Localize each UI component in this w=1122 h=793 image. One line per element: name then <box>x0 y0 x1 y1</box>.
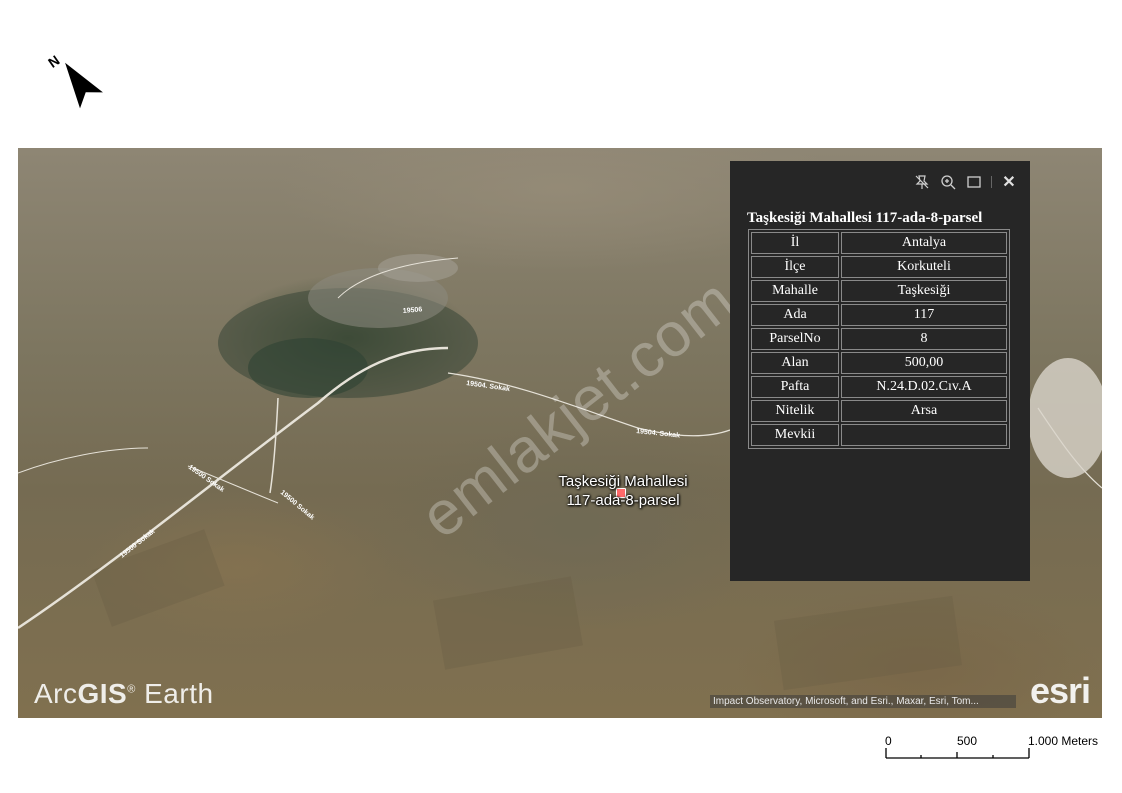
attribute-key: Alan <box>751 352 839 374</box>
road-label: 19504. Sokak <box>466 380 511 393</box>
close-icon[interactable]: ✕ <box>1000 173 1018 191</box>
feature-popup: ✕ Taşkesiği Mahallesi 117-ada-8-parsel İ… <box>730 161 1030 581</box>
attribute-key: ParselNo <box>751 328 839 350</box>
north-arrow-icon: N <box>45 52 103 109</box>
parcel-label-line2: 117-ada-8-parsel <box>566 492 680 509</box>
attribute-value: N.24.D.02.Cıv.A <box>841 376 1007 398</box>
pin-icon[interactable] <box>913 173 931 191</box>
village-area <box>218 254 478 398</box>
parcel-label-line1: Taşkesiği Mahallesi <box>558 473 688 490</box>
attribute-row: Mahalle Taşkesiği <box>751 280 1007 302</box>
attribution-text[interactable]: Impact Observatory, Microsoft, and Esri.… <box>710 695 1016 708</box>
popup-toolbar: ✕ <box>913 173 1018 191</box>
attribute-row: Ada 117 <box>751 304 1007 326</box>
attribute-row: İlçe Korkuteli <box>751 256 1007 278</box>
toolbar-divider <box>991 176 992 188</box>
attribute-value: Korkuteli <box>841 256 1007 278</box>
attribute-key: İl <box>751 232 839 254</box>
attribute-value <box>841 424 1007 446</box>
maximize-icon[interactable] <box>965 173 983 191</box>
popup-title: Taşkesiği Mahallesi 117-ada-8-parsel <box>747 210 983 226</box>
attribute-row: ParselNo 8 <box>751 328 1007 350</box>
attribute-row: İl Antalya <box>751 232 1007 254</box>
road-label: 19500 Sokak <box>279 489 316 521</box>
arcgis-earth-logo: ArcGIS® Earth <box>34 678 214 709</box>
attribute-table: İl Antalya İlçe Korkuteli Mahalle Taşkesiği Ad… <box>748 229 1010 449</box>
attribute-row: Nitelik Arsa <box>751 400 1007 422</box>
attribute-value: 8 <box>841 328 1007 350</box>
attribute-key: Mahalle <box>751 280 839 302</box>
attribute-row: Mevkii <box>751 424 1007 446</box>
attribute-value: 117 <box>841 304 1007 326</box>
zoom-in-icon[interactable] <box>939 173 957 191</box>
right-edge-area <box>1028 358 1102 478</box>
attribute-row: Alan 500,00 <box>751 352 1007 374</box>
scale-bar: 0 500 1.000 Meters <box>880 734 1110 764</box>
attribute-key: Nitelik <box>751 400 839 422</box>
scale-bar-line <box>885 748 1030 759</box>
attribute-value: Antalya <box>841 232 1007 254</box>
map-view[interactable]: 19506 19504. Sokak 19504. Sokak 19500 So… <box>18 148 1102 718</box>
esri-logo: esri <box>1029 670 1091 711</box>
attribute-value: Taşkesiği <box>841 280 1007 302</box>
north-letter: N <box>45 52 62 71</box>
attribute-key: Mevkii <box>751 424 839 446</box>
parcel-label: Taşkesiği Mahallesi 117-ada-8-parsel <box>538 472 708 510</box>
attribute-key: Pafta <box>751 376 839 398</box>
road-label: 19504. Sokak <box>636 428 681 440</box>
attribute-value: Arsa <box>841 400 1007 422</box>
attribute-key: Ada <box>751 304 839 326</box>
attribute-key: İlçe <box>751 256 839 278</box>
attribute-value: 500,00 <box>841 352 1007 374</box>
attribute-row: Pafta N.24.D.02.Cıv.A <box>751 376 1007 398</box>
